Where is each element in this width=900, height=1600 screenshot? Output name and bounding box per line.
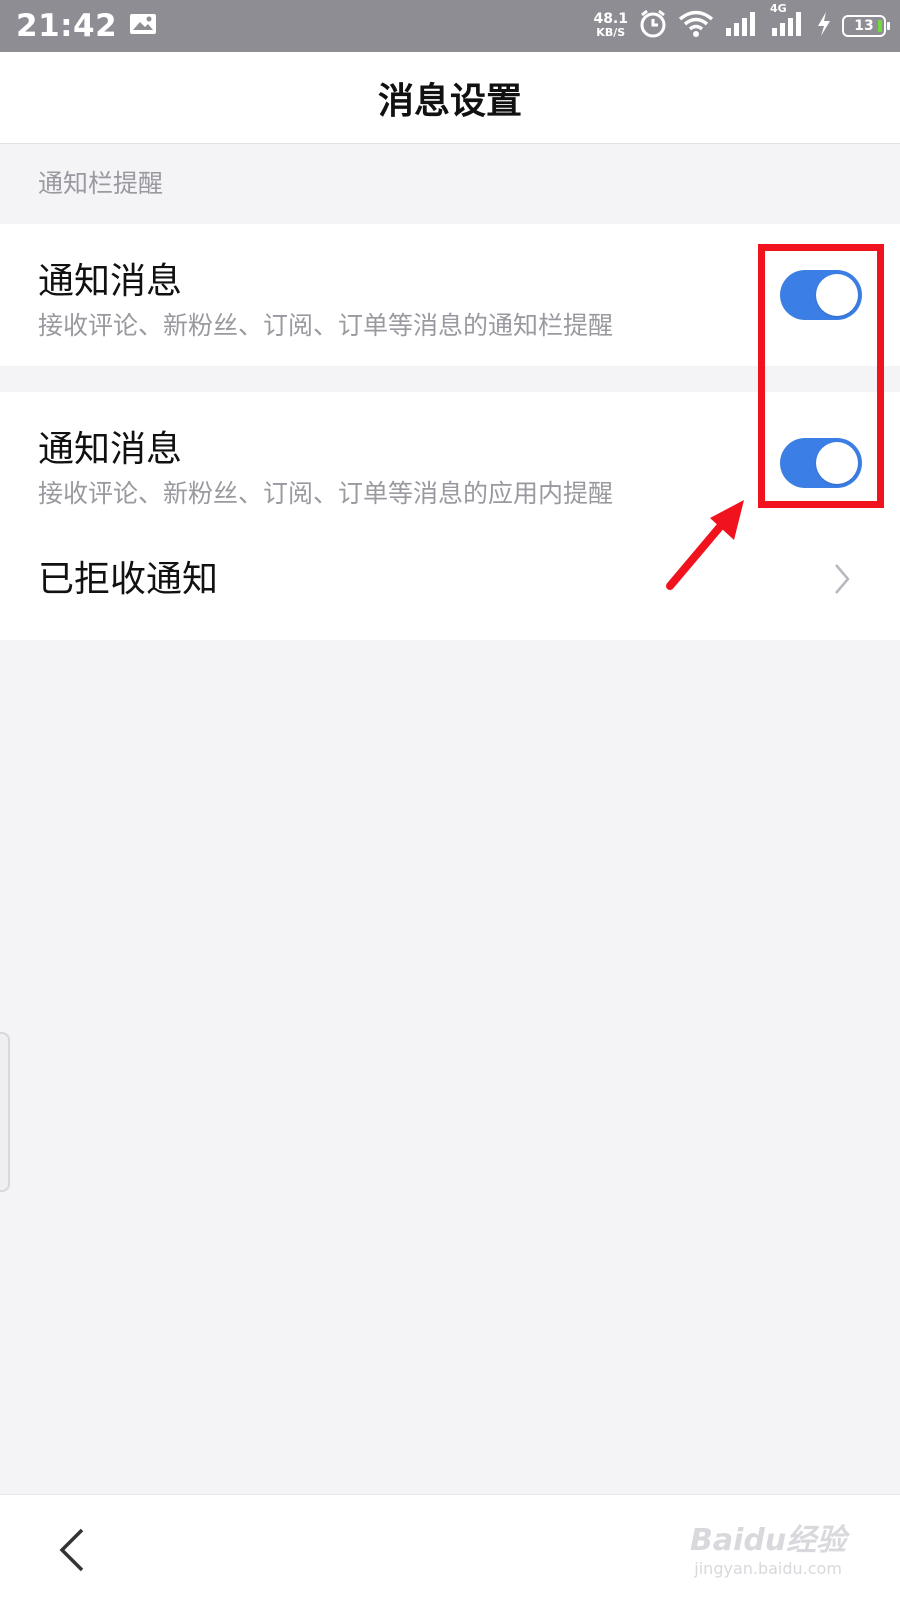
alarm-icon bbox=[638, 9, 668, 43]
signal-icon bbox=[724, 10, 760, 42]
clock: 21:42 bbox=[16, 8, 118, 44]
edge-drawer-handle[interactable] bbox=[0, 1032, 10, 1192]
battery-icon: 13 bbox=[842, 15, 890, 37]
watermark: Baidu经验 jingyan.baidu.com bbox=[690, 1523, 847, 1578]
signal-4g-icon: 4G bbox=[770, 2, 806, 42]
page-title: 消息设置 bbox=[377, 80, 522, 122]
setting-title: 通知消息 bbox=[38, 261, 183, 302]
chevron-right-icon bbox=[832, 562, 852, 600]
network-speed: 48.1 KB/S bbox=[593, 11, 628, 39]
header: 消息设置 bbox=[0, 52, 900, 144]
setting-subtitle: 接收评论、新粉丝、订阅、订单等消息的通知栏提醒 bbox=[38, 311, 614, 340]
annotation-highlight-box bbox=[758, 244, 884, 508]
charging-icon bbox=[816, 11, 832, 41]
wifi-icon bbox=[678, 10, 714, 42]
back-arrow-icon[interactable] bbox=[52, 1525, 92, 1575]
setting-subtitle: 接收评论、新粉丝、订阅、订单等消息的应用内提醒 bbox=[38, 479, 614, 508]
setting-title: 通知消息 bbox=[38, 429, 183, 470]
annotation-arrow-icon bbox=[662, 498, 752, 598]
rejected-notifications-item[interactable]: 已拒收通知 bbox=[0, 522, 900, 640]
battery-level: 13 bbox=[854, 18, 874, 34]
status-bar: 21:42 48.1 KB/S 4G 13 bbox=[0, 0, 900, 52]
bottom-bar: Baidu经验 jingyan.baidu.com bbox=[0, 1494, 900, 1600]
gallery-notification-icon bbox=[129, 13, 157, 39]
section-label: 通知栏提醒 bbox=[38, 169, 164, 198]
rejected-notifications-label: 已拒收通知 bbox=[38, 559, 219, 600]
